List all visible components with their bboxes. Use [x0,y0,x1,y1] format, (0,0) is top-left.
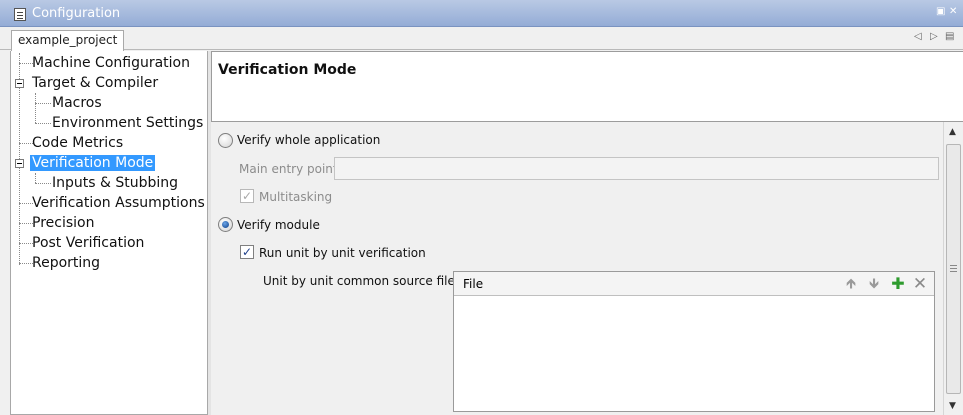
run-unit-by-unit-label: Run unit by unit verification [259,246,426,260]
run-unit-by-unit-checkbox[interactable]: ✓ [240,245,254,259]
window-title: Configuration [32,6,121,21]
multitasking-label: Multitasking [259,190,333,204]
collapse-icon[interactable] [15,79,24,88]
close-icon[interactable]: ✕ [949,7,957,17]
tree-item-reporting[interactable]: Reporting [32,253,100,273]
tab-next-icon[interactable]: ▷ [930,31,938,42]
arrow-down-icon[interactable]: 🡻 [865,275,883,293]
common-source-files-table[interactable]: File 🡹 🡻 ✚ ✕ [453,271,935,412]
verify-module-label: Verify module [237,218,320,232]
main-entry-point-input[interactable] [334,157,939,180]
document-icon [14,8,26,21]
tab-example-project[interactable]: example_project [11,30,125,51]
table-header: File 🡹 🡻 ✚ ✕ [454,272,934,296]
main-entry-point-label: Main entry point [239,162,338,176]
tree-item-macros[interactable]: Macros [52,93,102,113]
verify-whole-application-radio[interactable] [218,133,233,148]
tree-item-precision[interactable]: Precision [32,213,94,233]
scroll-up-icon[interactable]: ▲ [949,127,956,137]
tab-list-icon[interactable]: ▤ [945,31,954,42]
tree-item-environment-settings[interactable]: Environment Settings [52,113,203,133]
verification-mode-form: Verify whole application Main entry poin… [211,122,943,415]
scroll-thumb[interactable] [946,144,961,394]
restore-icon[interactable]: ▣ [936,7,945,17]
page-title: Verification Mode [218,62,357,78]
window-titlebar: Configuration ▣ ✕ [0,0,963,27]
multitasking-checkbox[interactable]: ✓ [240,189,254,203]
tree-item-target-compiler[interactable]: Target & Compiler [32,73,158,93]
tree-item-inputs-stubbing[interactable]: Inputs & Stubbing [52,173,178,193]
collapse-icon[interactable] [15,159,24,168]
tree-item-machine-configuration[interactable]: Machine Configuration [32,53,190,73]
panel-header: Verification Mode [211,51,963,122]
tree-item-code-metrics[interactable]: Code Metrics [32,133,123,153]
verify-whole-application-label: Verify whole application [237,133,381,147]
arrow-up-icon[interactable]: 🡹 [842,275,860,293]
plus-icon[interactable]: ✚ [889,275,907,293]
column-header-file[interactable]: File [463,277,483,291]
document-tabstrip: example_project ◁ ▷ ▤ [0,27,963,51]
scroll-down-icon[interactable]: ▼ [949,401,956,411]
tree-item-verification-mode[interactable]: Verification Mode [30,153,156,173]
vertical-scrollbar[interactable]: ▲ ▼ [943,122,963,415]
common-source-files-label: Unit by unit common source files [263,274,462,288]
tree-item-post-verification[interactable]: Post Verification [32,233,144,253]
config-tree: Machine Configuration Target & Compiler … [10,51,208,415]
tab-prev-icon[interactable]: ◁ [914,31,922,42]
verify-module-radio[interactable] [218,217,233,232]
tree-item-verification-assumptions[interactable]: Verification Assumptions [32,193,205,213]
close-icon[interactable]: ✕ [911,275,929,293]
